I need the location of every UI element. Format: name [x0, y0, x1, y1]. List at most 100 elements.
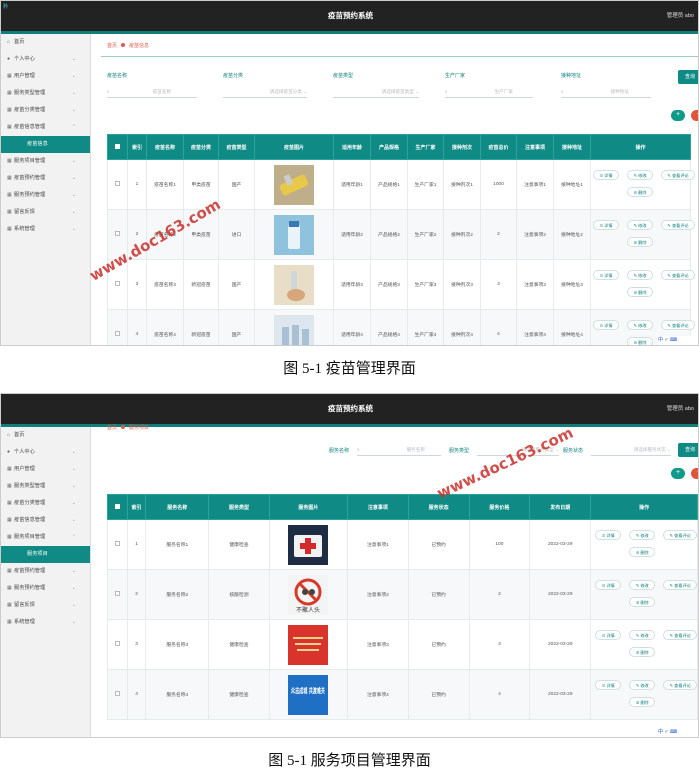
- detail-button[interactable]: ⊙ 详情: [593, 270, 619, 280]
- poster-text: 众志成城 共渡难关: [291, 686, 325, 695]
- sidebar-item-service-projects[interactable]: ▦ 服务项目管理 ⌄: [1, 153, 90, 170]
- table-cell: 注意事项4: [516, 309, 554, 345]
- delete-row-button[interactable]: ⊘ 删除: [627, 237, 653, 247]
- sidebar-item-vaccine-appointments[interactable]: ▦ 疫苗预约管理 ⌄: [1, 170, 90, 187]
- sidebar-item-service-appointments[interactable]: ▦ 服务预约管理 ⌄: [1, 187, 90, 204]
- sidebar-item-service-types[interactable]: ▦ 服务类型管理 ⌄: [1, 478, 90, 495]
- sidebar-item-system[interactable]: ▦ 系统管理 ⌄: [1, 614, 90, 631]
- detail-button[interactable]: ⊙ 详情: [595, 530, 622, 540]
- row-checkbox[interactable]: [107, 159, 128, 210]
- delete-row-button[interactable]: ⊘ 删除: [629, 647, 656, 657]
- breadcrumb-home[interactable]: 首页: [107, 425, 117, 431]
- sidebar-item-vaccine-categories[interactable]: ▦ 疫苗分类管理 ⌄: [1, 102, 90, 119]
- column-header: 发布日期: [529, 494, 592, 520]
- sidebar-item-vaccine-info[interactable]: ▦ 疫苗信息管理 ⌄: [1, 512, 90, 529]
- edit-button[interactable]: ✎ 修改: [629, 680, 656, 690]
- sidebar-item-profile[interactable]: ● 个人中心 ⌄: [1, 51, 90, 68]
- sidebar-item-vaccine-categories[interactable]: ▦ 疫苗分类管理 ⌄: [1, 495, 90, 512]
- user-info[interactable]: 管理员 abo: [667, 11, 694, 19]
- grid-icon: ▦: [7, 585, 12, 591]
- detail-button[interactable]: ⊙ 详情: [595, 630, 622, 640]
- edit-button[interactable]: ✎ 修改: [629, 530, 656, 540]
- query-button[interactable]: 查询: [678, 443, 698, 457]
- view-comments-button[interactable]: ✎ 查看评论: [661, 320, 695, 330]
- sidebar-item-users[interactable]: ▦ 用户管理 ⌄: [1, 68, 90, 85]
- person-icon: ●: [7, 56, 11, 62]
- sidebar-item-service-appointments[interactable]: ▦ 服务预约管理 ⌄: [1, 580, 90, 597]
- sidebar-item-home[interactable]: ⌂ 首页: [1, 34, 90, 51]
- view-comments-button[interactable]: ✎ 查看评论: [663, 630, 698, 640]
- sidebar-item-service-types[interactable]: ▦ 服务类型管理 ⌄: [1, 85, 90, 102]
- edit-button[interactable]: ✎ 修改: [627, 170, 653, 180]
- add-button[interactable]: +: [671, 110, 685, 121]
- chevron-down-icon: ⌄: [71, 568, 76, 574]
- chevron-down-icon: ⌄: [71, 209, 76, 215]
- sidebar-item-system[interactable]: ▦ 系统管理 ⌄: [1, 221, 90, 238]
- sidebar-item-feedback[interactable]: ▦ 留言反馈 ⌄: [1, 204, 90, 221]
- detail-button[interactable]: ⊙ 详情: [593, 170, 619, 180]
- service-status-select[interactable]: 请选择服务状态 ⌄: [591, 444, 671, 456]
- vaccine-name-input[interactable]: ⌕ 疫苗名称: [107, 86, 197, 98]
- view-comments-button[interactable]: ✎ 查看评论: [663, 580, 698, 590]
- sidebar-item-vaccine-appointments[interactable]: ▦ 疫苗预约管理 ⌄: [1, 563, 90, 580]
- chevron-down-icon: ⌄: [71, 619, 76, 625]
- detail-button[interactable]: ⊙ 详情: [595, 580, 622, 590]
- table-cell: 健康检查: [208, 669, 270, 720]
- select-all-checkbox[interactable]: [107, 494, 128, 520]
- view-comments-button[interactable]: ✎ 查看评论: [663, 680, 698, 690]
- sidebar-item-profile[interactable]: ● 个人中心 ⌄: [1, 444, 90, 461]
- edit-button[interactable]: ✎ 修改: [629, 580, 656, 590]
- row-checkbox[interactable]: [107, 619, 128, 670]
- delete-row-button[interactable]: ⊘ 删除: [627, 337, 653, 345]
- delete-row-button[interactable]: ⊘ 删除: [627, 287, 653, 297]
- delete-row-button[interactable]: ⊘ 删除: [629, 697, 656, 707]
- sidebar-item-vaccine-info[interactable]: ▦ 疫苗信息管理 ⌃: [1, 119, 90, 136]
- table-cell: 核酸检测: [208, 569, 270, 620]
- view-comments-button[interactable]: ✎ 查看评论: [663, 530, 698, 540]
- sidebar-item-feedback[interactable]: ▦ 留言反馈 ⌄: [1, 597, 90, 614]
- table-cell: 疫苗名称4: [146, 309, 184, 345]
- view-comments-button[interactable]: ✎ 查看评论: [661, 170, 695, 180]
- view-comments-button[interactable]: ✎ 查看评论: [661, 220, 695, 230]
- sidebar-subitem-vaccine-info[interactable]: 疫苗信息: [1, 136, 90, 153]
- detail-button[interactable]: ⊙ 详情: [593, 220, 619, 230]
- delete-row-button[interactable]: ⊘ 删除: [629, 597, 656, 607]
- manufacturer-input[interactable]: ⌕ 生产厂家: [445, 86, 533, 98]
- row-checkbox[interactable]: [107, 519, 128, 570]
- table-cell: 接种地址1: [553, 159, 591, 210]
- select-all-checkbox[interactable]: [107, 134, 128, 160]
- edit-button[interactable]: ✎ 修改: [627, 270, 653, 280]
- delete-row-button[interactable]: ⊘ 删除: [629, 547, 656, 557]
- sidebar-item-service-projects[interactable]: ▦ 服务项目管理 ⌃: [1, 529, 90, 546]
- query-button[interactable]: 查询: [678, 70, 698, 84]
- edit-button[interactable]: ✎ 修改: [627, 320, 653, 330]
- detail-button[interactable]: ⊙ 详情: [595, 680, 622, 690]
- detail-button[interactable]: ⊙ 详情: [593, 320, 619, 330]
- edit-button[interactable]: ✎ 修改: [629, 630, 656, 640]
- table-cell: 接种剂次2: [443, 209, 481, 260]
- delete-button[interactable]: -: [691, 110, 698, 121]
- view-comments-button[interactable]: ✎ 查看评论: [661, 270, 695, 280]
- service-name-input[interactable]: ⌕ 服务名称: [357, 444, 441, 456]
- vaccine-image: [274, 164, 314, 205]
- user-info[interactable]: 管理员 abo: [667, 404, 694, 412]
- row-checkbox[interactable]: [107, 309, 128, 345]
- ime-tray: 中 ✓ ⌨: [658, 728, 698, 737]
- service-image-cell: [268, 519, 349, 570]
- delete-row-button[interactable]: ⊘ 删除: [627, 187, 653, 197]
- vaccine-type-select[interactable]: 请选择疫苗类型 ⌄: [333, 86, 419, 98]
- row-checkbox[interactable]: [107, 569, 128, 620]
- edit-button[interactable]: ✎ 修改: [627, 220, 653, 230]
- delete-button[interactable]: -: [691, 468, 698, 479]
- table-cell: 疫苗名称1: [146, 159, 184, 210]
- column-header: 接种地址: [553, 134, 591, 160]
- vaccine-category-select[interactable]: 请选择疫苗分类 ⌄: [223, 86, 307, 98]
- row-checkbox[interactable]: [107, 669, 128, 720]
- sidebar-subitem-service-projects[interactable]: 服务项目: [1, 546, 90, 563]
- sidebar-item-home[interactable]: ⌂ 首页: [1, 427, 90, 444]
- sidebar-item-users[interactable]: ▦ 用户管理 ⌄: [1, 461, 90, 478]
- first-aid-kit-image: [288, 524, 329, 565]
- breadcrumb-home[interactable]: 首页: [107, 43, 117, 49]
- add-button[interactable]: +: [671, 468, 685, 479]
- address-input[interactable]: ⌕ 接种地址: [561, 86, 651, 98]
